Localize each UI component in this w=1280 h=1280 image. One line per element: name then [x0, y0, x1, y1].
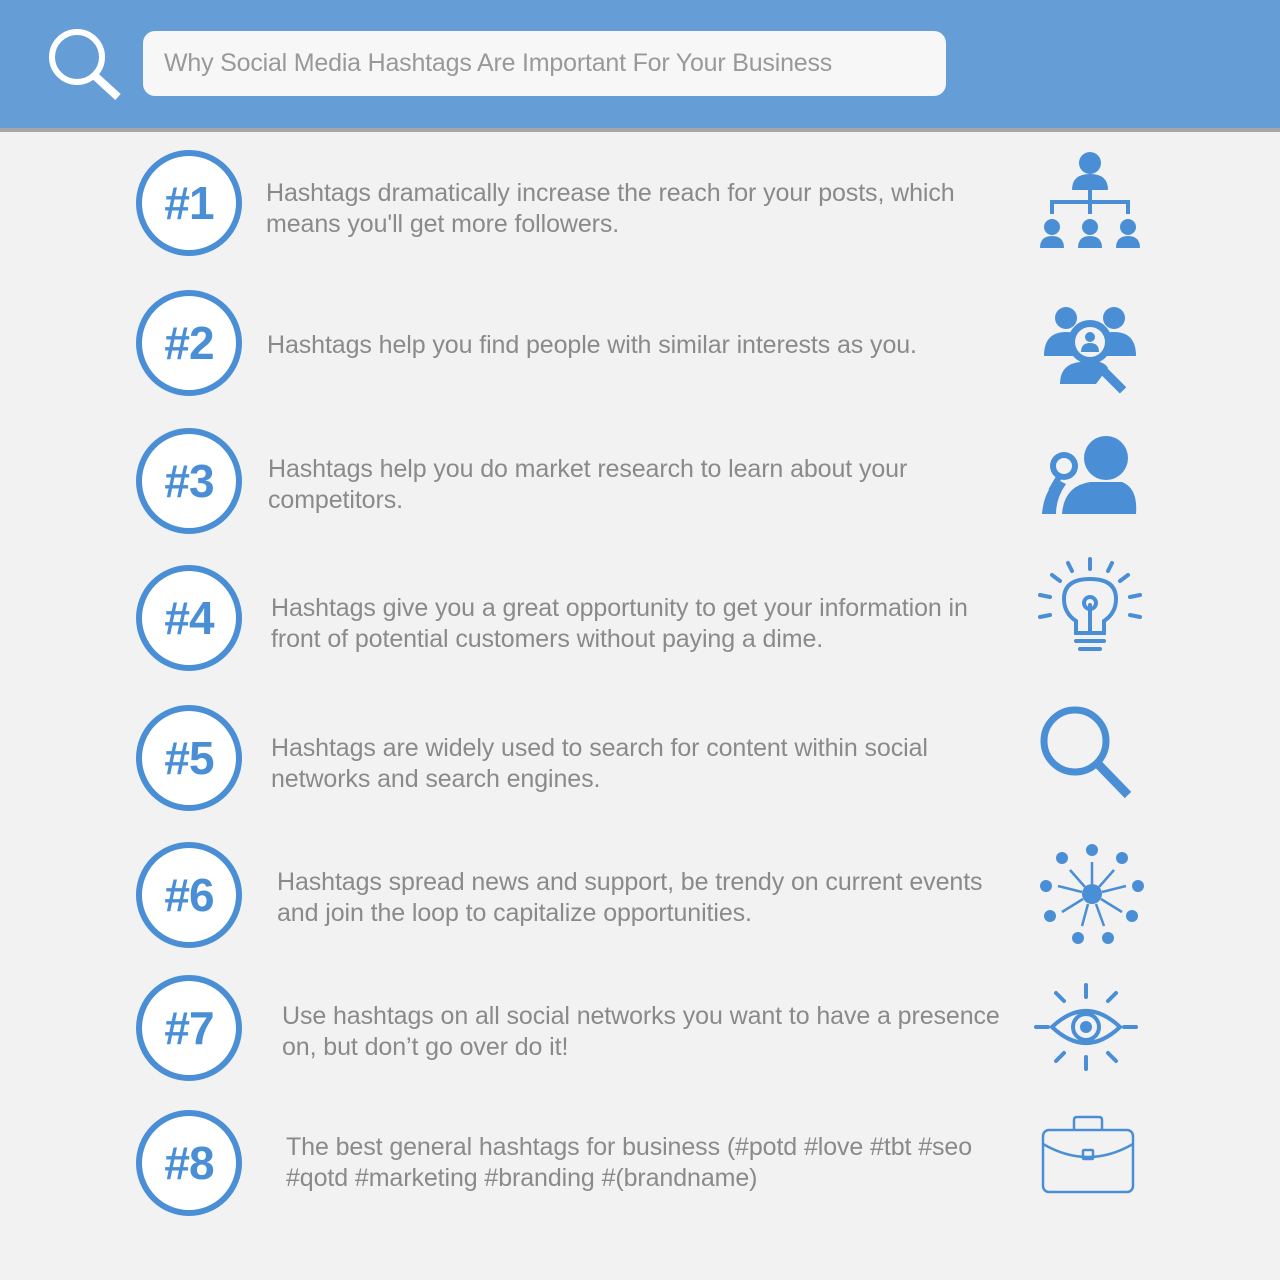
item-number-badge: #3	[136, 428, 242, 534]
item-text: The best general hashtags for business (…	[286, 1133, 973, 1192]
list-item: #4 Hashtags give you a great opportunity…	[0, 557, 1280, 675]
list-item: #3 Hashtags help you do market research …	[0, 428, 1280, 538]
lightbulb-icon	[1030, 555, 1150, 665]
list-item: #1 Hashtags dramatically increase the re…	[0, 150, 1280, 260]
org-chart-icon	[1030, 150, 1150, 260]
item-number-badge: #2	[136, 290, 242, 396]
item-text: Hashtags give you a great opportunity to…	[271, 594, 968, 653]
item-text: Hashtags help you do market research to …	[268, 455, 908, 514]
item-number-badge: #7	[136, 975, 242, 1081]
list-item: #7 Use hashtags on all social networks y…	[0, 975, 1280, 1085]
list-item: #2 Hashtags help you find people with si…	[0, 290, 1280, 400]
magnifier-icon	[1030, 701, 1150, 811]
item-number-badge: #8	[136, 1110, 242, 1216]
item-text: Use hashtags on all social networks you …	[282, 1002, 1000, 1061]
search-input[interactable]: Why Social Media Hashtags Are Important …	[143, 31, 946, 96]
item-number-badge: #1	[136, 150, 242, 256]
briefcase-icon	[1030, 1110, 1150, 1220]
researcher-magnifier-icon	[1030, 428, 1150, 538]
item-number-badge: #5	[136, 705, 242, 811]
item-number-badge: #4	[136, 565, 242, 671]
header-bar: Why Social Media Hashtags Are Important …	[0, 0, 1280, 128]
item-text: Hashtags help you find people with simil…	[267, 331, 917, 359]
list-item: #6 Hashtags spread news and support, be …	[0, 842, 1280, 952]
people-search-icon	[1030, 298, 1150, 408]
item-text: Hashtags dramatically increase the reach…	[266, 179, 955, 238]
header-divider	[0, 128, 1280, 132]
list-item: #8 The best general hashtags for busines…	[0, 1110, 1280, 1220]
item-number-badge: #6	[136, 842, 242, 948]
item-text: Hashtags spread news and support, be tre…	[277, 868, 983, 927]
eye-icon	[1026, 975, 1146, 1085]
network-spread-icon	[1030, 840, 1150, 950]
list-item: #5 Hashtags are widely used to search fo…	[0, 705, 1280, 815]
search-icon[interactable]	[44, 26, 128, 102]
item-text: Hashtags are widely used to search for c…	[271, 734, 928, 793]
